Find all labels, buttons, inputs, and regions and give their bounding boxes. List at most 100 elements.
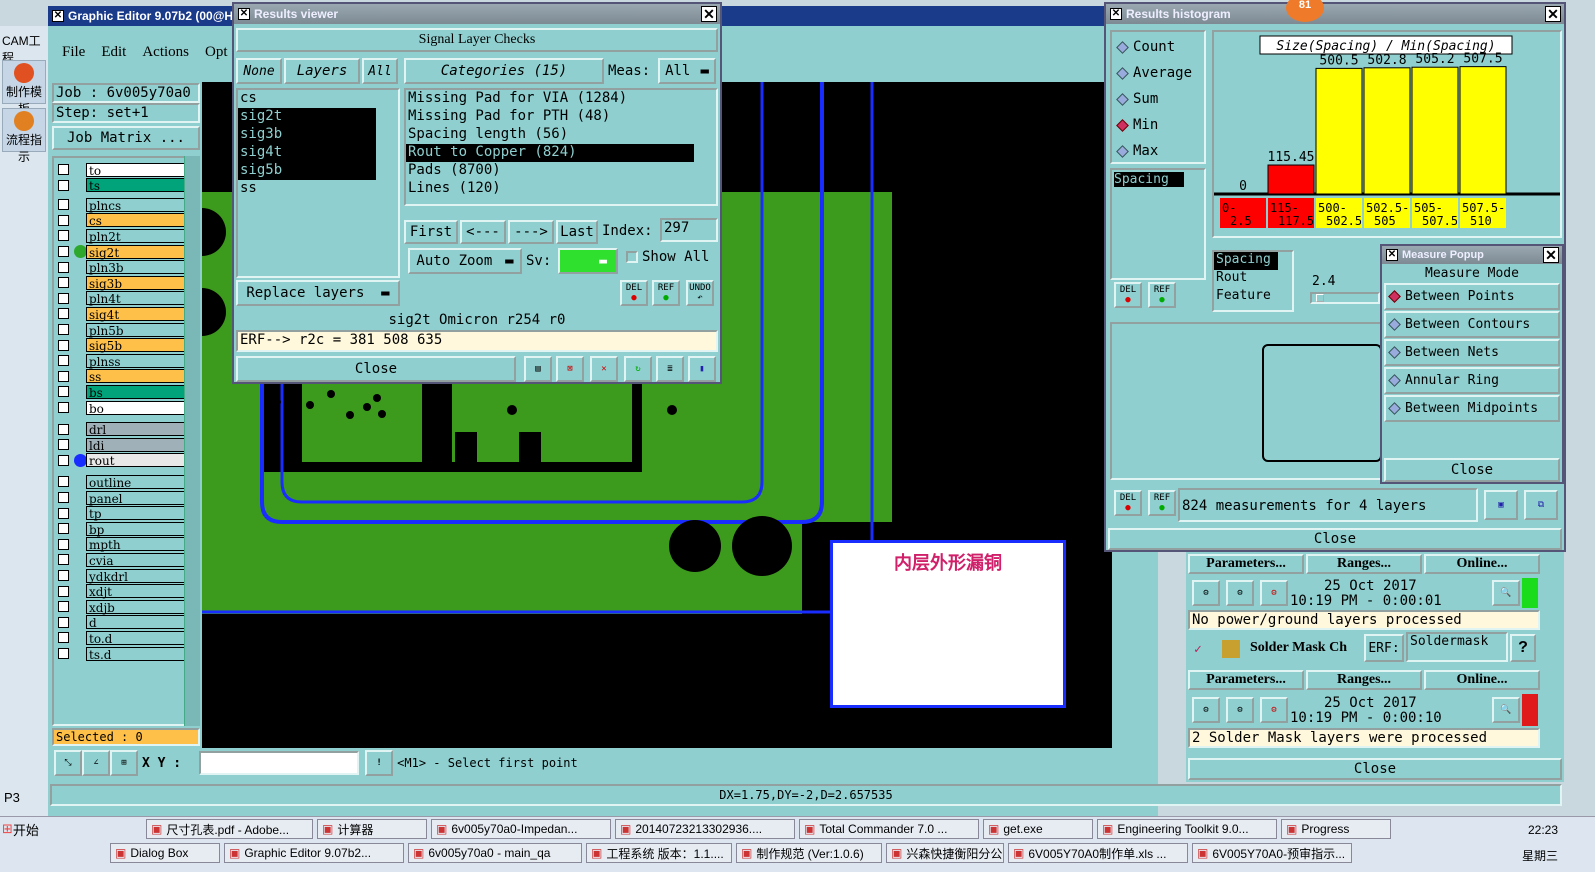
taskbar-item[interactable]: ▣兴森快捷衡阳分公司... [886,843,1004,863]
meas-dropdown[interactable]: All ▬ [658,58,716,84]
del-icon[interactable]: DEL ● [1114,490,1142,516]
parameters-button[interactable]: Parameters... [1188,670,1304,690]
taskbar-item[interactable]: ▣ Dialog Box [110,843,220,863]
histogram-icon[interactable]: ▮ [688,356,716,382]
replace-layers-dropdown[interactable]: Replace layers ▬ [236,280,400,306]
del-icon[interactable]: DEL ● [1114,282,1142,308]
layer-row[interactable]: xdjb [54,599,200,615]
alert-icon[interactable]: ! [365,750,394,776]
layer-row[interactable]: rout [54,453,200,468]
cam-item-flow[interactable]: 流程指示 [2,108,46,164]
layer-scrollbar[interactable] [184,156,200,726]
start-button[interactable]: ⊞ 开始 [2,819,39,839]
layer-checkbox[interactable] [58,439,69,451]
autozoom-dropdown[interactable]: Auto Zoom ▬ [408,248,522,274]
ranges-button[interactable]: Ranges... [1306,670,1422,690]
layer-checkbox[interactable] [58,324,69,335]
layer-row[interactable]: panel [54,490,200,506]
category-item[interactable]: Spacing length (56) [406,126,694,144]
erf-value[interactable]: Soldermask [1406,632,1508,662]
layer-list-item[interactable]: ss [238,180,376,198]
cam-p3[interactable]: P3 [4,790,20,805]
layer-checkbox[interactable] [58,570,69,581]
layer-row[interactable]: mpth [54,537,200,552]
run-icon[interactable]: ⚙ [1192,580,1220,606]
taskbar-item[interactable]: ▣ 工程系统 版本：1.1.... [586,843,732,863]
close-icon[interactable]: ✕ [701,6,717,22]
histogram-close-button[interactable]: Close [1108,528,1562,550]
xy-input[interactable] [199,751,360,775]
layer-checkbox[interactable] [58,476,69,488]
layer-row[interactable]: tp [54,506,200,521]
parameters-button[interactable]: Parameters... [1188,554,1304,574]
slider-thumb[interactable] [1316,294,1324,302]
category-item[interactable]: Lines (120) [406,180,694,198]
layer-row[interactable]: plnss [54,353,200,369]
layer-row[interactable]: ldi [54,437,200,453]
close-icon[interactable]: ✕ [1543,247,1559,263]
measure-option[interactable]: Between Points [1384,283,1560,310]
cam-item-template[interactable]: 制作模板 [2,60,46,116]
slider-track[interactable] [1310,292,1380,304]
layer-row[interactable]: ts.d [54,646,200,662]
ref-icon[interactable]: REF ● [1148,282,1176,308]
layer-row[interactable]: pln2t [54,228,200,244]
run-all-icon[interactable]: ⚙ [1226,580,1254,606]
none-button[interactable]: None [236,58,282,84]
layer-checkbox[interactable] [58,402,69,413]
export-icon[interactable]: ▣ [1484,490,1518,520]
taskbar-item[interactable]: ▣ 6v005y70a0 - main_qa [408,843,582,863]
layer-checkbox[interactable] [58,339,69,351]
erase-icon[interactable]: ⊠ [556,356,584,382]
layer-checkbox[interactable] [58,164,69,175]
layer-list-item[interactable]: cs [238,90,376,108]
ref-icon[interactable]: REF ● [1148,490,1176,516]
taskbar-item[interactable]: ▣ 尺寸孔表.pdf - Adobe... [146,819,313,839]
report-icon[interactable]: ▤ [524,356,552,382]
layer-checkbox[interactable] [58,308,69,320]
layer-row[interactable]: d [54,615,200,630]
step-icon[interactable]: ↻ [624,356,652,382]
taskbar-item[interactable]: ▣ 6V005Y70A0-预审指示... [1192,843,1352,863]
layer-checkbox[interactable] [58,507,69,519]
taskbar-item[interactable]: ▣ 制作规范 (Ver:1.0.6) [736,843,882,863]
stop-icon[interactable]: ⚙ [1260,580,1288,606]
stop-icon[interactable]: ⚙ [1260,697,1288,723]
layer-checkbox[interactable] [58,523,69,535]
help-button[interactable]: ? [1510,634,1536,662]
layer-checkbox[interactable] [58,492,69,503]
showall-checkbox[interactable] [626,251,638,263]
layer-checkbox[interactable] [58,230,69,242]
layer-row[interactable]: to [54,162,200,178]
layer-checkbox[interactable] [58,199,69,211]
stat-option[interactable]: Count [1116,34,1204,60]
layer-checkbox[interactable] [58,214,69,226]
layer-row[interactable]: cs [54,213,200,228]
layer-row[interactable]: plncs [54,197,200,213]
layer-row[interactable]: bs [54,384,200,400]
list-item[interactable]: Spacing [1114,172,1184,187]
category-item[interactable]: Rout to Copper (824) [406,144,694,162]
del-icon[interactable]: DEL ● [620,280,648,306]
layer-list-item[interactable]: sig3b [238,126,376,144]
layer-row[interactable]: sig3b [54,275,200,291]
sv-color-selector[interactable]: ▬ [558,248,618,274]
results-close-button[interactable]: Close [236,356,516,382]
layer-list-item[interactable]: sig2t [238,108,376,126]
layer-row[interactable]: ts [54,178,200,193]
layer-checkbox[interactable] [58,386,69,398]
layer-row[interactable]: bo [54,400,200,416]
measure-option[interactable]: Between Contours [1384,311,1560,338]
layer-checkbox[interactable] [58,554,69,566]
layer-checkbox[interactable] [58,648,69,659]
reset-icon[interactable]: ✕ [590,356,618,382]
taskbar-item[interactable]: ▣ 20140723213302936.... [615,819,795,839]
menu-file[interactable]: File [62,44,85,61]
taskbar-item[interactable]: ▣ get.exe [983,819,1093,839]
first-button[interactable]: First [404,220,458,244]
measure-option[interactable]: Annular Ring [1384,367,1560,394]
layer-row[interactable]: pln5b [54,322,200,338]
layer-row[interactable]: drl [54,422,200,437]
taskbar-item[interactable]: ▣ Total Commander 7.0 ... [799,819,979,839]
category-item[interactable]: Missing Pad for VIA (1284) [406,90,694,108]
